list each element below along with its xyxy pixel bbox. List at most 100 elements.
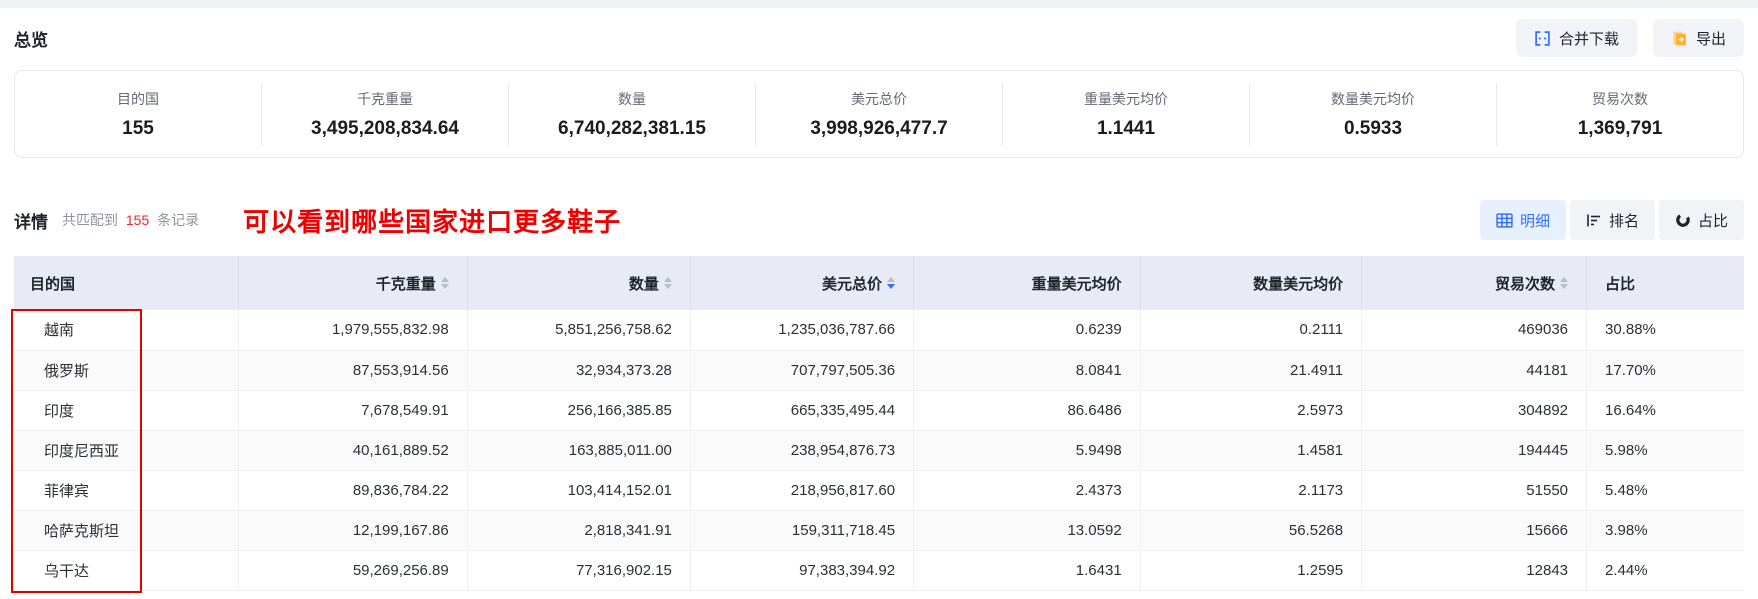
view-share-button[interactable]: 占比 bbox=[1658, 200, 1744, 240]
cell-kg-weight: 87,553,914.56 bbox=[238, 350, 468, 391]
stat-usd-per-weight: 重量美元均价 1.1441 bbox=[1002, 82, 1249, 146]
cell-usd-total: 707,797,505.36 bbox=[690, 350, 915, 391]
cell-country: 俄罗斯 bbox=[14, 350, 240, 391]
details-title: 详情 bbox=[14, 212, 48, 232]
table-row: 印度尼西亚 40,161,889.52 163,885,011.00 238,9… bbox=[14, 430, 1744, 471]
col-header-destination: 目的国 bbox=[14, 256, 240, 310]
stat-value: 3,495,208,834.64 bbox=[311, 117, 459, 139]
summary-stats-card: 目的国 155 千克重量 3,495,208,834.64 数量 6,740,2… bbox=[14, 70, 1744, 158]
stat-destination-country: 目的国 155 bbox=[15, 83, 261, 146]
sort-icon[interactable] bbox=[1560, 277, 1569, 289]
cell-usd-per-quantity: 0.2111 bbox=[1140, 310, 1363, 351]
col-header-quantity[interactable]: 数量 bbox=[467, 256, 691, 310]
cell-share: 17.70% bbox=[1586, 350, 1744, 391]
cell-kg-weight: 1,979,555,832.98 bbox=[238, 310, 468, 351]
cell-quantity: 163,885,011.00 bbox=[467, 430, 691, 471]
cell-trade-count: 12843 bbox=[1361, 550, 1588, 591]
cell-usd-total: 97,383,394.92 bbox=[690, 550, 915, 591]
cell-usd-total: 665,335,495.44 bbox=[690, 390, 915, 431]
merge-download-button[interactable]: 合并下载 bbox=[1515, 19, 1637, 57]
stat-label: 目的国 bbox=[117, 90, 159, 107]
details-table-wrap: 目的国 千克重量 数量 美元总价 重量美元均价 数量美元均价 贸易次数 占比 越… bbox=[11, 256, 1744, 593]
cell-usd-per-quantity: 56.5268 bbox=[1140, 510, 1363, 551]
table-header-row: 目的国 千克重量 数量 美元总价 重量美元均价 数量美元均价 贸易次数 占比 bbox=[14, 256, 1744, 310]
cell-usd-per-weight: 2.4373 bbox=[913, 470, 1141, 511]
cell-country: 印度 bbox=[14, 390, 240, 431]
cell-usd-total: 159,311,718.45 bbox=[690, 510, 915, 551]
cell-usd-per-weight: 5.9498 bbox=[913, 430, 1141, 471]
sort-icon[interactable] bbox=[663, 277, 672, 289]
page-top-strip bbox=[0, 0, 1758, 8]
header-buttons: 合并下载 导出 bbox=[1515, 19, 1744, 57]
sort-icon[interactable] bbox=[440, 277, 449, 289]
red-annotation-text: 可以看到哪些国家进口更多鞋子 bbox=[243, 206, 622, 237]
col-header-kg-weight[interactable]: 千克重量 bbox=[238, 256, 468, 310]
cell-usd-total: 1,235,036,787.66 bbox=[690, 310, 915, 351]
cell-share: 16.64% bbox=[1586, 390, 1744, 431]
cell-usd-per-quantity: 21.4911 bbox=[1140, 350, 1363, 391]
stat-label: 千克重量 bbox=[357, 90, 413, 107]
sort-icon-active-desc[interactable] bbox=[887, 277, 896, 289]
stat-value: 0.5933 bbox=[1343, 117, 1403, 139]
table-row: 菲律宾 89,836,784.22 103,414,152.01 218,956… bbox=[14, 470, 1744, 511]
cell-quantity: 2,818,341.91 bbox=[467, 510, 691, 551]
view-rank-label: 排名 bbox=[1608, 212, 1639, 230]
stat-value: 1,369,791 bbox=[1577, 117, 1663, 139]
match-info: 共匹配到 155 条记录 bbox=[62, 210, 199, 230]
export-button[interactable]: 导出 bbox=[1652, 19, 1744, 57]
cell-quantity: 32,934,373.28 bbox=[467, 350, 691, 391]
cell-kg-weight: 7,678,549.91 bbox=[238, 390, 468, 431]
cell-country: 乌干达 bbox=[14, 550, 240, 591]
cell-quantity: 77,316,902.15 bbox=[467, 550, 691, 591]
cell-usd-total: 238,954,876.73 bbox=[690, 430, 915, 471]
match-count: 155 bbox=[125, 212, 150, 228]
details-bar: 详情 共匹配到 155 条记录 可以看到哪些国家进口更多鞋子 明细 排名 占比 bbox=[14, 200, 1744, 240]
cell-share: 5.98% bbox=[1586, 430, 1744, 471]
ranking-bars-icon bbox=[1586, 213, 1602, 228]
cell-quantity: 103,414,152.01 bbox=[467, 470, 691, 511]
stat-quantity: 数量 6,740,282,381.15 bbox=[508, 82, 755, 146]
view-detail-button[interactable]: 明细 bbox=[1479, 200, 1566, 240]
view-share-label: 占比 bbox=[1697, 212, 1728, 230]
cell-share: 5.48% bbox=[1586, 470, 1744, 511]
cell-country: 菲律宾 bbox=[14, 470, 240, 511]
stat-value: 6,740,282,381.15 bbox=[558, 117, 706, 139]
cell-usd-per-quantity: 2.1173 bbox=[1140, 470, 1363, 511]
cell-usd-per-weight: 13.0592 bbox=[913, 510, 1141, 551]
stat-usd-total: 美元总价 3,998,926,477.7 bbox=[755, 82, 1002, 146]
col-header-usd-total[interactable]: 美元总价 bbox=[690, 256, 915, 310]
stat-label: 重量美元均价 bbox=[1084, 90, 1168, 107]
cell-kg-weight: 12,199,167.86 bbox=[238, 510, 468, 551]
stat-usd-per-quantity: 数量美元均价 0.5933 bbox=[1249, 82, 1496, 146]
cell-kg-weight: 89,836,784.22 bbox=[238, 470, 468, 511]
details-table: 目的国 千克重量 数量 美元总价 重量美元均价 数量美元均价 贸易次数 占比 越… bbox=[14, 256, 1744, 591]
cell-usd-per-weight: 8.0841 bbox=[913, 350, 1141, 391]
cell-usd-per-quantity: 1.4581 bbox=[1140, 430, 1363, 471]
cell-share: 3.98% bbox=[1586, 510, 1744, 551]
view-rank-button[interactable]: 排名 bbox=[1569, 200, 1655, 240]
cell-quantity: 256,166,385.85 bbox=[467, 390, 691, 431]
cell-trade-count: 44181 bbox=[1361, 350, 1588, 391]
cell-usd-per-weight: 1.6431 bbox=[913, 550, 1141, 591]
col-header-share: 占比 bbox=[1586, 256, 1744, 310]
table-row: 俄罗斯 87,553,914.56 32,934,373.28 707,797,… bbox=[14, 350, 1744, 391]
table-row: 乌干达 59,269,256.89 77,316,902.15 97,383,3… bbox=[14, 550, 1744, 591]
cell-trade-count: 469036 bbox=[1361, 310, 1588, 351]
view-switcher: 明细 排名 占比 bbox=[1479, 200, 1744, 240]
cell-trade-count: 304892 bbox=[1361, 390, 1588, 431]
cell-usd-per-weight: 86.6486 bbox=[913, 390, 1141, 431]
export-label: 导出 bbox=[1695, 30, 1726, 48]
page-header: 总览 合并下载 导出 bbox=[14, 18, 1744, 58]
stat-kg-weight: 千克重量 3,495,208,834.64 bbox=[261, 82, 508, 146]
cell-quantity: 5,851,256,758.62 bbox=[467, 310, 691, 351]
trade-overview-page: 总览 合并下载 导出 目的国 155 千克重量 3,495,208,834.64… bbox=[0, 18, 1758, 593]
col-header-trade-count[interactable]: 贸易次数 bbox=[1361, 256, 1588, 310]
cell-country: 哈萨克斯坦 bbox=[14, 510, 240, 551]
cell-usd-total: 218,956,817.60 bbox=[690, 470, 915, 511]
stat-label: 贸易次数 bbox=[1592, 90, 1648, 107]
cell-usd-per-quantity: 2.5973 bbox=[1140, 390, 1363, 431]
view-detail-label: 明细 bbox=[1519, 212, 1550, 230]
cell-kg-weight: 59,269,256.89 bbox=[238, 550, 468, 591]
table-row: 越南 1,979,555,832.98 5,851,256,758.62 1,2… bbox=[14, 310, 1744, 351]
cell-country: 印度尼西亚 bbox=[14, 430, 240, 471]
